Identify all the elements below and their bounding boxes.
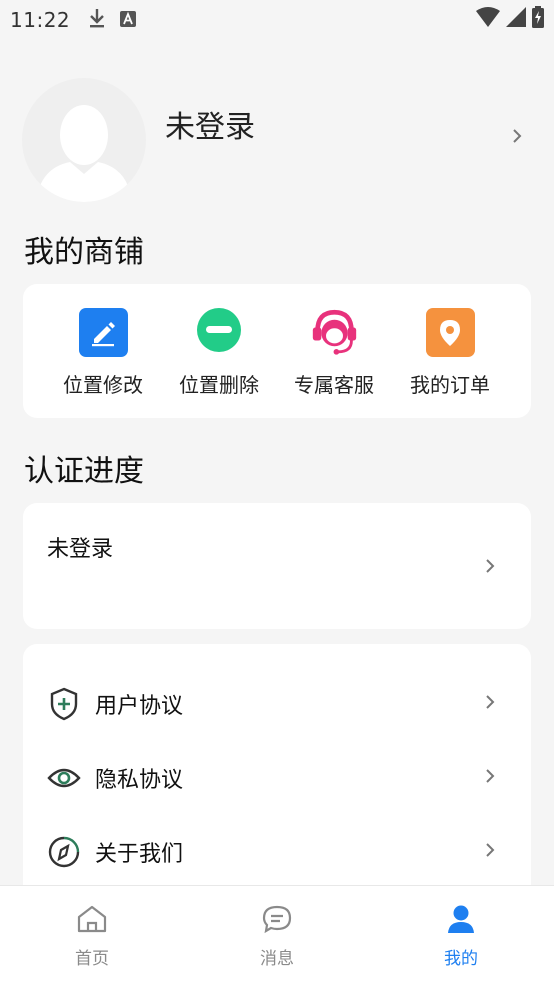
chevron-right-icon bbox=[485, 694, 495, 714]
font-a-icon bbox=[120, 8, 137, 32]
message-bubble-icon bbox=[261, 905, 293, 938]
shop-item-customer-service[interactable]: 专属客服 bbox=[284, 308, 384, 398]
chevron-right-icon bbox=[485, 768, 495, 788]
tab-label: 我的 bbox=[444, 949, 478, 969]
user-icon bbox=[445, 905, 477, 938]
chevron-right-icon bbox=[485, 842, 495, 862]
shop-item-location-edit[interactable]: 位置修改 bbox=[53, 308, 153, 398]
wifi-icon bbox=[476, 7, 500, 32]
chevron-right-icon bbox=[512, 128, 522, 148]
menu-item-about-us[interactable]: 关于我们 bbox=[23, 827, 531, 877]
menu-item-label: 关于我们 bbox=[95, 842, 184, 867]
menu-item-user-agreement[interactable]: 用户协议 bbox=[23, 679, 531, 729]
shop-item-label: 位置修改 bbox=[63, 373, 143, 397]
eye-icon bbox=[47, 761, 81, 795]
menu-item-label: 用户协议 bbox=[95, 694, 184, 719]
status-time: 11:22 bbox=[10, 8, 71, 32]
customer-service-headset-icon bbox=[310, 308, 359, 357]
cellular-signal-icon bbox=[506, 7, 526, 32]
auth-section-title: 认证进度 bbox=[24, 454, 144, 489]
tab-label: 消息 bbox=[260, 949, 294, 969]
download-icon bbox=[88, 7, 106, 34]
bottom-tab-bar: 首页 消息 我的 bbox=[0, 885, 554, 984]
profile-header[interactable]: 未登录 bbox=[22, 78, 532, 202]
tab-mine[interactable]: 我的 bbox=[411, 904, 511, 969]
profile-name: 未登录 bbox=[165, 110, 255, 145]
shop-card: 位置修改 位置删除 专属客服 我的订单 bbox=[23, 284, 531, 418]
menu-item-label: 隐私协议 bbox=[95, 768, 184, 793]
settings-menu-card: 用户协议 隐私协议 关于我们 bbox=[23, 644, 531, 904]
menu-item-privacy-policy[interactable]: 隐私协议 bbox=[23, 753, 531, 803]
shop-section-title: 我的商铺 bbox=[24, 235, 144, 270]
location-pin-icon bbox=[425, 308, 475, 357]
home-icon bbox=[76, 905, 108, 938]
compass-icon bbox=[47, 835, 81, 869]
tab-messages[interactable]: 消息 bbox=[227, 904, 327, 969]
auth-progress-card[interactable]: 未登录 bbox=[23, 503, 531, 629]
battery-charging-icon bbox=[532, 6, 544, 33]
shop-item-label: 我的订单 bbox=[410, 373, 490, 397]
status-bar: 11:22 bbox=[0, 0, 554, 40]
shop-item-my-orders[interactable]: 我的订单 bbox=[400, 308, 500, 398]
avatar[interactable] bbox=[22, 78, 146, 202]
edit-pen-icon bbox=[78, 308, 128, 357]
shop-item-label: 专属客服 bbox=[294, 373, 374, 397]
auth-status: 未登录 bbox=[47, 537, 114, 562]
shop-item-location-delete[interactable]: 位置删除 bbox=[169, 308, 269, 398]
shop-item-label: 位置删除 bbox=[179, 373, 259, 397]
chevron-right-icon bbox=[485, 558, 495, 578]
shield-plus-icon bbox=[47, 687, 81, 721]
minus-circle-icon bbox=[197, 308, 241, 352]
tab-label: 首页 bbox=[75, 949, 109, 969]
tab-home[interactable]: 首页 bbox=[42, 904, 142, 969]
